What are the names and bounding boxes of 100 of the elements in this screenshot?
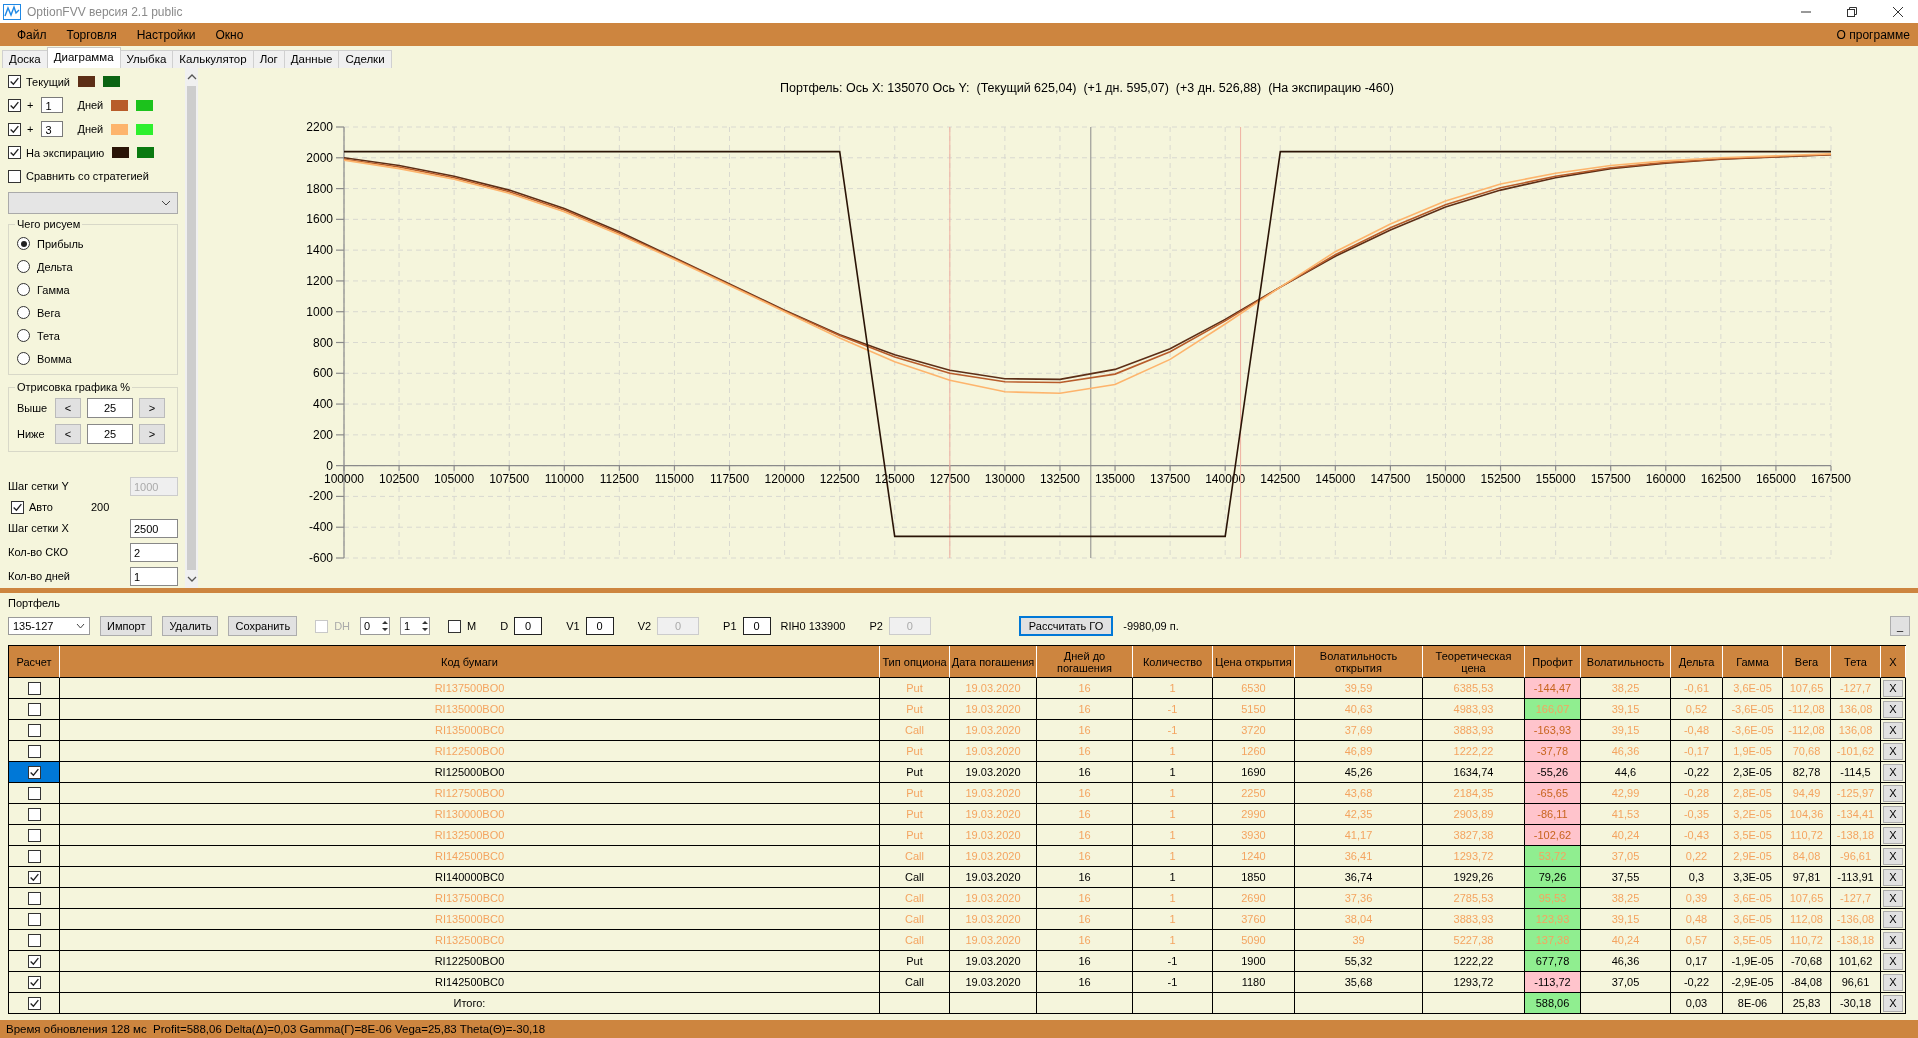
input-field[interactable]: 2500	[130, 518, 178, 538]
toolbar-button[interactable]: Импорт	[100, 616, 153, 636]
remove-button[interactable]: X	[1883, 721, 1903, 739]
remove-button[interactable]: X	[1883, 742, 1903, 760]
checkbox[interactable]	[11, 500, 24, 514]
checkbox[interactable]	[8, 146, 21, 160]
decrease-button[interactable]: <	[55, 398, 81, 418]
radio-button[interactable]	[17, 329, 30, 342]
remove-button[interactable]: X	[1883, 952, 1903, 970]
color-swatch[interactable]	[136, 100, 154, 111]
scrollbar-thumb[interactable]	[187, 86, 196, 570]
remove-button[interactable]: X	[1883, 994, 1903, 1012]
input-field[interactable]: 1	[41, 97, 64, 114]
table-cell: 79,26	[1525, 867, 1581, 888]
table-cell: 2990	[1213, 804, 1295, 825]
scrollbar[interactable]	[185, 68, 198, 588]
remove-button[interactable]: X	[1883, 868, 1903, 886]
radio-button[interactable]	[17, 283, 30, 296]
menu-item[interactable]: Окно	[205, 27, 254, 42]
remove-button[interactable]: X	[1883, 763, 1903, 781]
menu-item[interactable]: Торговля	[56, 27, 127, 42]
input-field[interactable]: 25	[87, 398, 133, 418]
table-cell: -2,9E-05	[1723, 972, 1783, 993]
color-swatch[interactable]	[78, 76, 95, 88]
color-swatch[interactable]	[103, 76, 120, 88]
radio-button[interactable]	[17, 237, 30, 250]
input-field[interactable]: 2	[130, 542, 178, 562]
checkbox[interactable]	[27, 723, 41, 737]
number-spinner[interactable]: 1	[400, 617, 431, 635]
tab[interactable]: Сделки	[338, 50, 392, 68]
checkbox[interactable]	[27, 912, 41, 926]
menu-item[interactable]: Настройки	[126, 27, 206, 42]
checkbox[interactable]	[8, 169, 21, 183]
checkbox[interactable]	[8, 75, 21, 89]
checkbox[interactable]	[27, 828, 41, 842]
remove-button[interactable]: X	[1883, 700, 1903, 718]
axis-tick-label: 112500	[599, 471, 639, 486]
tab[interactable]: Калькулятор	[172, 50, 254, 68]
radio-button[interactable]	[17, 306, 30, 319]
checkbox[interactable]	[27, 807, 41, 821]
input-field[interactable]: 0	[585, 617, 614, 635]
restore-icon[interactable]	[1846, 5, 1858, 18]
table-cell: RI130000BO0	[60, 804, 880, 825]
number-spinner[interactable]: 0	[360, 617, 391, 635]
calculate-button[interactable]: Рассчитать ГО	[1018, 616, 1114, 636]
remove-button[interactable]: X	[1883, 805, 1903, 823]
remove-button[interactable]: X	[1883, 784, 1903, 802]
close-icon[interactable]	[1892, 5, 1904, 18]
menu-item[interactable]: О программе	[1826, 27, 1918, 42]
color-swatch[interactable]	[111, 123, 129, 135]
decrease-button[interactable]: <	[55, 424, 81, 444]
remove-button[interactable]: X	[1883, 973, 1903, 991]
checkbox[interactable]	[27, 702, 41, 716]
tab[interactable]: Лог	[252, 50, 285, 68]
checkbox[interactable]	[448, 619, 462, 633]
collapse-button[interactable]: _	[1890, 616, 1910, 636]
remove-button[interactable]: X	[1883, 931, 1903, 949]
radio-button[interactable]	[17, 260, 30, 273]
color-swatch[interactable]	[111, 100, 129, 111]
checkbox[interactable]	[27, 870, 41, 884]
axis-tick-label: 165000	[1755, 471, 1796, 486]
input-field[interactable]: 3	[41, 121, 64, 138]
increase-button[interactable]: >	[139, 424, 165, 444]
checkbox[interactable]	[8, 122, 21, 136]
remove-button[interactable]: X	[1883, 826, 1903, 844]
checkbox[interactable]	[27, 786, 41, 800]
dropdown[interactable]: 135-127	[8, 617, 90, 635]
tab[interactable]: Диаграмма	[46, 47, 121, 68]
input-field[interactable]: 25	[87, 424, 133, 444]
remove-button[interactable]: X	[1883, 889, 1903, 907]
checkbox[interactable]	[27, 849, 41, 863]
color-swatch[interactable]	[137, 147, 155, 159]
table-cell: Put	[880, 741, 950, 762]
remove-button[interactable]: X	[1883, 679, 1903, 697]
checkbox[interactable]	[27, 933, 41, 947]
radio-button[interactable]	[17, 352, 30, 365]
toolbar-button[interactable]: Сохранить	[228, 616, 298, 636]
checkbox[interactable]	[27, 744, 41, 758]
checkbox[interactable]	[8, 99, 21, 112]
checkbox[interactable]	[27, 996, 41, 1010]
input-field[interactable]: 0	[742, 617, 771, 635]
table-cell: -0,61	[1671, 678, 1723, 699]
checkbox[interactable]	[27, 765, 41, 779]
checkbox[interactable]	[27, 681, 41, 695]
tab[interactable]: Данные	[283, 50, 340, 68]
checkbox[interactable]	[27, 954, 41, 968]
table-cell: 3760	[1213, 909, 1295, 930]
color-swatch[interactable]	[112, 147, 130, 159]
menu-item[interactable]: Файл	[7, 27, 57, 42]
remove-button[interactable]: X	[1883, 847, 1903, 865]
input-field[interactable]: 1	[130, 566, 178, 586]
checkbox[interactable]	[27, 975, 41, 989]
tab[interactable]: Улыбка	[119, 50, 174, 68]
increase-button[interactable]: >	[139, 398, 165, 418]
tab[interactable]: Доска	[2, 50, 48, 68]
toolbar-button[interactable]: Удалить	[162, 616, 219, 636]
input-field[interactable]: 0	[514, 617, 543, 635]
color-swatch[interactable]	[136, 123, 154, 135]
checkbox[interactable]	[27, 891, 41, 905]
remove-button[interactable]: X	[1883, 910, 1903, 928]
